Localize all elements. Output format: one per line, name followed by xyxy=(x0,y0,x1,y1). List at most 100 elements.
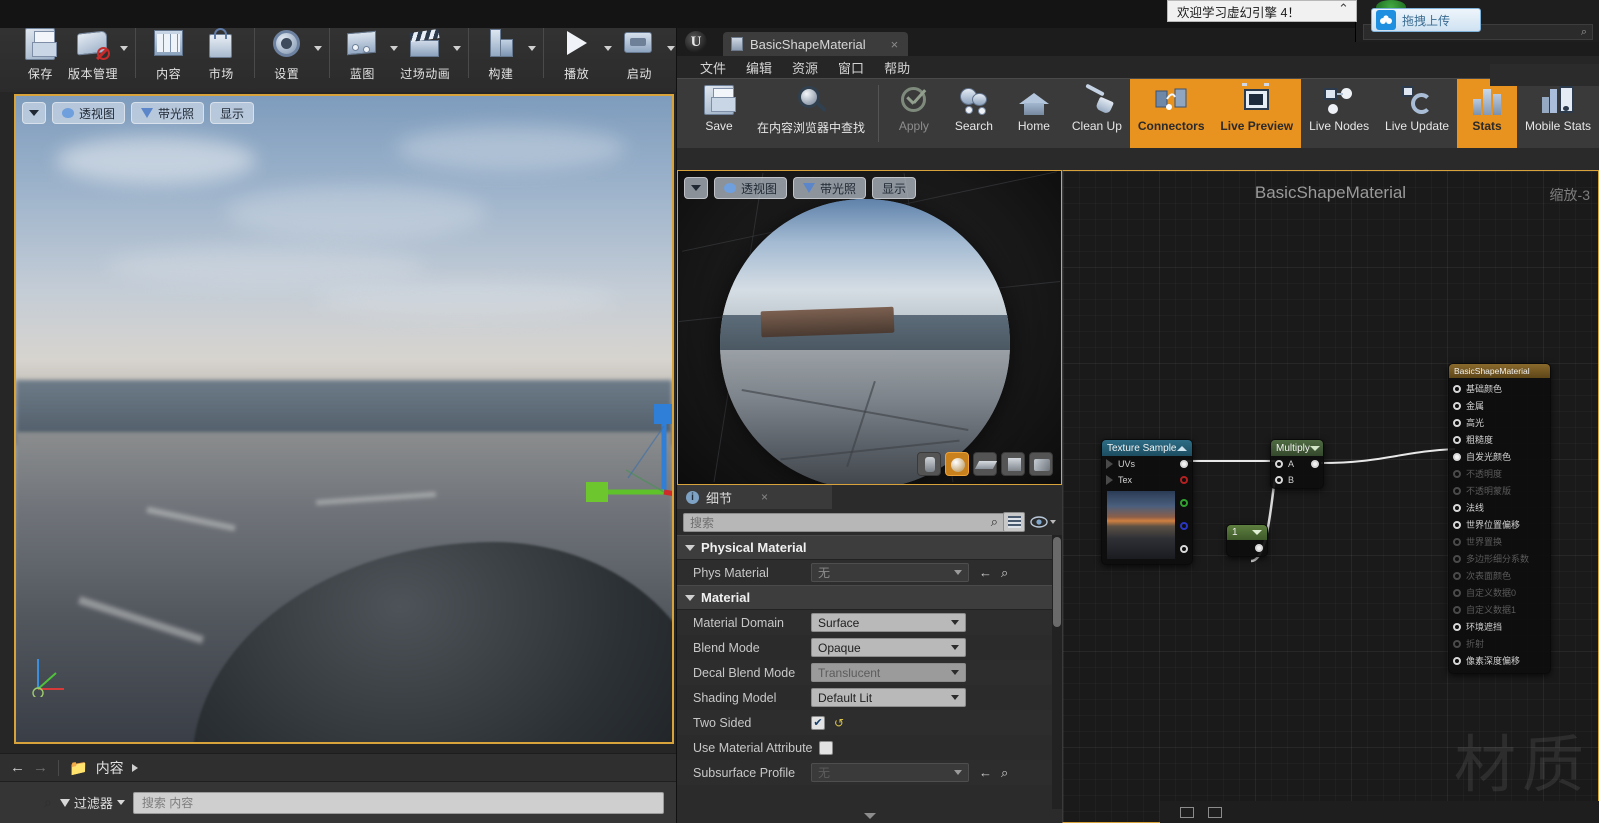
cinematics-dropdown-arrow[interactable] xyxy=(452,20,462,90)
mat-toolbar-connectors-button[interactable]: Connectors xyxy=(1129,79,1213,148)
menu-item-file[interactable]: 文件 xyxy=(691,56,735,79)
output-pin-row-subsurface-color[interactable]: 次表面颜色 xyxy=(1449,567,1550,584)
input-pin-icon[interactable] xyxy=(1453,605,1461,614)
details-scrollbar-thumb[interactable] xyxy=(1053,537,1061,627)
toolbar-button-build[interactable]: 构建 xyxy=(475,20,528,90)
blueprint-dropdown-arrow[interactable] xyxy=(389,20,399,90)
browse-icon[interactable]: ⌕ xyxy=(1001,765,1008,781)
details-visibility-button[interactable] xyxy=(1030,516,1056,528)
sphere-shape-button[interactable] xyxy=(945,452,969,476)
toolbar-button-launch[interactable]: 启动 xyxy=(613,20,666,90)
output-pin-row-specular[interactable]: 高光 xyxy=(1449,414,1550,431)
level-viewport[interactable]: 透视图 带光照 显示 xyxy=(14,94,674,744)
toolbar-button-blueprint[interactable]: 蓝图 xyxy=(336,20,389,90)
mat-toolbar-live-update-button[interactable]: Live Update xyxy=(1377,79,1457,148)
mat-toolbar-save-button[interactable]: Save xyxy=(689,79,749,148)
preview-view-mode-button[interactable]: 透视图 xyxy=(714,177,788,199)
details-view-toggle-button[interactable] xyxy=(1003,512,1025,532)
preview-show-button[interactable]: 显示 xyxy=(872,177,917,199)
output-pin-row-metallic[interactable]: 金属 xyxy=(1449,397,1550,414)
settings-dropdown-arrow[interactable] xyxy=(313,20,323,90)
preview-options-menu[interactable] xyxy=(684,177,708,199)
node-pin-b[interactable]: B xyxy=(1271,472,1323,488)
output-pin-rgb[interactable] xyxy=(1180,460,1188,468)
output-pin-row-opacity[interactable]: 不透明度 xyxy=(1449,465,1550,482)
use-material-attribute-checkbox[interactable] xyxy=(819,740,833,755)
menu-item-edit[interactable]: 编辑 xyxy=(737,56,781,79)
nav-forward-icon[interactable]: → xyxy=(33,759,48,776)
material-editor-tab[interactable]: BasicShapeMaterial × xyxy=(723,32,909,56)
output-pin-row-pixel-depth-offset[interactable]: 像素深度偏移 xyxy=(1449,652,1550,669)
output-pin-row-roughness[interactable]: 粗糙度 xyxy=(1449,431,1550,448)
toolbar-button-content[interactable]: 内容 xyxy=(142,20,195,90)
plane-shape-button[interactable] xyxy=(973,452,998,476)
output-pin-g[interactable] xyxy=(1180,499,1188,508)
mat-toolbar-live-preview-button[interactable]: Live Preview xyxy=(1212,79,1302,148)
details-tab[interactable]: i 细节 × xyxy=(677,485,832,509)
material-domain-combo[interactable]: Surface xyxy=(811,613,966,632)
node-constant-output-row[interactable] xyxy=(1227,540,1267,556)
input-pin-icon[interactable] xyxy=(1453,656,1461,665)
toolbar-button-source-control[interactable]: 版本管理 xyxy=(67,20,120,90)
output-pin-row-emissive-color[interactable]: 自发光颜色 xyxy=(1449,448,1550,465)
input-pin-icon[interactable] xyxy=(1453,384,1461,393)
node-header[interactable]: Texture Sample xyxy=(1102,440,1192,456)
menu-item-asset[interactable]: 资源 xyxy=(783,56,827,79)
mat-toolbar-home-button[interactable]: Home xyxy=(1004,79,1064,148)
mat-toolbar-live-nodes-button[interactable]: Live Nodes xyxy=(1301,79,1377,148)
node-texture-sample[interactable]: Texture Sample UVs Tex xyxy=(1101,439,1193,565)
input-pin-icon[interactable] xyxy=(1453,418,1461,427)
menu-item-help[interactable]: 帮助 xyxy=(875,56,919,79)
expand-icon[interactable] xyxy=(1252,530,1262,535)
node-multiply[interactable]: Multiply A B xyxy=(1270,439,1324,489)
node-header[interactable]: 1 xyxy=(1227,525,1267,540)
preview-lighting-button[interactable]: 带光照 xyxy=(793,177,867,199)
build-dropdown-arrow[interactable] xyxy=(527,20,537,90)
category-physical-material[interactable]: Physical Material xyxy=(677,535,1062,560)
output-pin-r[interactable] xyxy=(1180,476,1188,484)
input-pin-icon[interactable] xyxy=(1453,486,1461,495)
toolbar-button-save[interactable]: 保存 xyxy=(14,20,67,90)
subsurface-profile-combo[interactable]: 无 xyxy=(811,763,969,782)
welcome-close-icon[interactable]: ⌃ xyxy=(1338,1,1349,17)
output-pin-row-normal[interactable]: 法线 xyxy=(1449,499,1550,516)
arrow-left-icon[interactable]: ← xyxy=(979,565,992,580)
output-pin-row-opacity-mask[interactable]: 不透明蒙版 xyxy=(1449,482,1550,499)
toolbar-button-marketplace[interactable]: 市场 xyxy=(195,20,248,90)
collapse-icon[interactable] xyxy=(1177,445,1187,451)
content-search-input[interactable]: 搜索 内容 xyxy=(132,791,664,814)
input-pin-icon[interactable] xyxy=(1453,537,1461,546)
input-pin-icon[interactable] xyxy=(1453,588,1461,597)
mat-toolbar-search-button[interactable]: Search xyxy=(944,79,1004,148)
filter-button[interactable]: 过滤器 xyxy=(59,793,125,812)
material-preview-viewport[interactable]: 透视图 带光照 显示 xyxy=(677,170,1062,485)
drag-upload-widget[interactable]: 拖拽上传 xyxy=(1371,8,1481,32)
output-pin-row-custom-data-1[interactable]: 自定义数据1 xyxy=(1449,601,1550,618)
viewport-lighting-button[interactable]: 带光照 xyxy=(131,102,205,124)
output-pin-b[interactable] xyxy=(1180,521,1188,530)
cylinder-shape-button[interactable] xyxy=(917,452,941,476)
input-pin-icon[interactable] xyxy=(1453,452,1461,461)
toolbar-button-play[interactable]: 播放 xyxy=(550,20,603,90)
material-node-graph[interactable]: BasicShapeMaterial 缩放-3 材质 Texture Sampl… xyxy=(1062,170,1599,823)
input-pin-icon[interactable] xyxy=(1453,503,1461,512)
node-pin-a[interactable]: A xyxy=(1271,456,1323,472)
input-pin-icon[interactable] xyxy=(1106,475,1113,485)
viewport-show-button[interactable]: 显示 xyxy=(210,102,255,124)
mat-toolbar-find-in-browser-button[interactable]: 在内容浏览器中查找 xyxy=(749,79,873,148)
toolbar-button-cinematics[interactable]: 过场动画 xyxy=(399,20,452,90)
output-pin-a[interactable] xyxy=(1180,544,1188,553)
browse-icon[interactable]: ⌕ xyxy=(1001,565,1008,581)
output-pin-row-world-displacement[interactable]: 世界置换 xyxy=(1449,533,1550,550)
close-icon[interactable]: × xyxy=(891,37,899,52)
blend-mode-combo[interactable]: Opaque xyxy=(811,638,966,657)
output-pin-row-base-color[interactable]: 基础颜色 xyxy=(1449,380,1550,397)
mat-toolbar-cleanup-button[interactable]: Clean Up xyxy=(1064,79,1130,148)
viewport-view-mode-button[interactable]: 透视图 xyxy=(52,102,126,124)
output-pin-row-refraction[interactable]: 折射 xyxy=(1449,635,1550,652)
output-pin-row-tessellation-multiplier[interactable]: 多边形细分系数 xyxy=(1449,550,1550,567)
shading-model-combo[interactable]: Default Lit xyxy=(811,688,966,707)
launch-dropdown-arrow[interactable] xyxy=(666,20,676,90)
play-dropdown-arrow[interactable] xyxy=(603,20,613,90)
input-pin-icon[interactable] xyxy=(1453,571,1461,580)
